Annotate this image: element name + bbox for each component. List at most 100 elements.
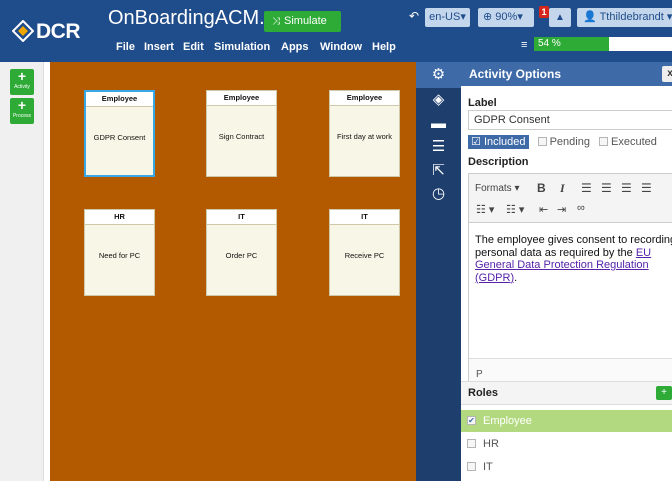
add-process-button[interactable]: + Process [10, 98, 34, 124]
label-input[interactable] [468, 110, 672, 130]
menu-edit[interactable]: Edit [183, 41, 204, 53]
bullet-list-icon[interactable]: ☷ ▾ [476, 203, 494, 216]
dcr-logo-icon [12, 20, 34, 42]
pending-checkbox[interactable] [537, 137, 547, 146]
unchecked-box-icon [467, 439, 476, 448]
formats-dropdown[interactable]: Formats ▾ [475, 183, 519, 194]
activity-need-for-pc[interactable]: HR Need for PC [84, 209, 155, 296]
bold-icon[interactable]: B [537, 181, 546, 195]
user-dropdown[interactable]: 👤 Tthildebrandt ▾ [577, 8, 672, 27]
pending-label: Pending [549, 136, 590, 148]
unchecked-box-icon [467, 462, 476, 471]
menu-window[interactable]: Window [320, 41, 362, 53]
editor-content[interactable]: The employee gives consent to recording … [475, 234, 672, 284]
state-checkboxes: ☑ Included Pending Executed [468, 135, 657, 149]
align-left-icon[interactable]: ☰ [581, 181, 592, 195]
description-heading: Description [468, 156, 529, 168]
activity-label: Need for PC [98, 251, 141, 260]
progress-label: 54 % [538, 38, 561, 49]
add-activity-label: Activity [14, 84, 30, 90]
italic-icon[interactable]: I [560, 181, 565, 196]
activity-label: GDPR Consent [93, 133, 146, 142]
formats-label: Formats [475, 183, 512, 194]
simulate-button[interactable]: ⤨ Simulate [264, 11, 341, 32]
description-end: . [514, 271, 518, 284]
app-window: DCR OnBoardingACM... ⤨ Simulate File Inse… [0, 0, 672, 481]
role-name: IT [483, 461, 493, 473]
hidden-eye-icon[interactable]: ◈ [416, 87, 461, 113]
element-path: P [476, 369, 483, 380]
add-process-label: Process [12, 113, 32, 119]
activity-role: HR [85, 210, 154, 225]
link-icon[interactable]: ∞ [577, 202, 585, 214]
activity-order-pc[interactable]: IT Order PC [206, 209, 277, 296]
progress-bars-icon: ≡ [521, 39, 528, 51]
activity-label: Order PC [225, 251, 258, 260]
simulate-label: Simulate [284, 15, 327, 27]
add-activity-button[interactable]: + Activity [10, 69, 34, 95]
executed-label: Executed [611, 136, 657, 148]
menu-apps[interactable]: Apps [281, 41, 309, 53]
included-checkbox[interactable]: ☑ Included [468, 135, 529, 149]
add-role-button[interactable]: + [656, 386, 672, 400]
notification-badge: 1 [539, 6, 549, 18]
bell-icon: ▲ [555, 12, 565, 23]
left-toolbar: + Activity + Process [0, 62, 44, 481]
clock-icon[interactable]: ◷ [416, 181, 461, 207]
zoom-value: 90% [495, 11, 518, 23]
activity-label: Receive PC [344, 251, 385, 260]
plus-icon: + [17, 97, 27, 113]
notifications-button[interactable]: ▲ [549, 8, 571, 27]
activity-role: IT [207, 210, 276, 225]
roles-heading: Roles [468, 387, 498, 399]
activity-gdpr-consent[interactable]: Employee GDPR Consent [84, 90, 155, 177]
list-icon[interactable]: ☰ [416, 134, 461, 160]
description-editor: Formats ▾ B I ☰ ☰ ☰ ☰ ☷ ▾ ☷ ▾ ⇤ ⇥ ∞ The … [468, 173, 672, 391]
close-panel-button[interactable]: x [662, 66, 672, 82]
menu-file[interactable]: File [116, 41, 135, 53]
align-center-icon[interactable]: ☰ [601, 181, 612, 195]
plus-icon: + [17, 68, 27, 84]
user-icon: 👤 [583, 11, 597, 23]
check-icon: ✔ [467, 416, 476, 425]
panel-header: Activity Options x [461, 62, 672, 86]
label-heading: Label [468, 97, 497, 109]
language-dropdown[interactable]: en-US▾ [425, 8, 470, 27]
executed-checkbox[interactable] [599, 137, 609, 146]
checkbox-checked-icon: ☑ [471, 136, 481, 148]
align-justify-icon[interactable]: ☰ [641, 181, 652, 195]
indent-icon[interactable]: ⇥ [557, 203, 566, 216]
graph-canvas[interactable]: Employee GDPR Consent Employee Sign Cont… [50, 62, 416, 481]
progress-bar: 54 % [534, 37, 672, 51]
menu-simulation[interactable]: Simulation [214, 41, 270, 53]
numbered-list-icon[interactable]: ☷ ▾ [506, 203, 524, 216]
zoom-icon: ⊕ [483, 11, 493, 23]
activity-receive-pc[interactable]: IT Receive PC [329, 209, 400, 296]
language-value: en-US [429, 11, 461, 23]
included-label: Included [483, 136, 526, 148]
logo-text: DCR [36, 20, 81, 43]
role-item-employee[interactable]: ✔ Employee [461, 410, 672, 432]
undo-icon[interactable]: ↶ [409, 9, 419, 23]
roles-header: Roles + [461, 381, 672, 405]
menu-insert[interactable]: Insert [144, 41, 174, 53]
gear-icon[interactable]: ⚙ [416, 62, 461, 88]
graph-title[interactable]: OnBoardingACM... [108, 7, 276, 30]
activity-role: Employee [86, 92, 153, 107]
panel-title: Activity Options [469, 67, 562, 81]
activity-first-day-at-work[interactable]: Employee First day at work [329, 90, 400, 177]
editor-toolbar: Formats ▾ B I ☰ ☰ ☰ ☰ ☷ ▾ ☷ ▾ ⇤ ⇥ ∞ [469, 174, 672, 223]
shuffle-icon: ⤨ [272, 16, 280, 27]
outdent-icon[interactable]: ⇤ [539, 203, 548, 216]
role-item-it[interactable]: IT [461, 456, 672, 478]
progress-fill: 54 % [534, 37, 609, 51]
activity-label: First day at work [336, 132, 392, 141]
menu-help[interactable]: Help [372, 41, 396, 53]
role-item-hr[interactable]: HR [461, 433, 672, 455]
activity-role: IT [330, 210, 399, 225]
activity-role: Employee [330, 91, 399, 106]
zoom-dropdown[interactable]: ⊕ 90%▾ [478, 8, 534, 27]
panel-tab-column: ⚙ ◈ ▬ ☰ ⇱ ◷ [416, 62, 461, 481]
align-right-icon[interactable]: ☰ [621, 181, 632, 195]
activity-sign-contract[interactable]: Employee Sign Contract [206, 90, 277, 177]
